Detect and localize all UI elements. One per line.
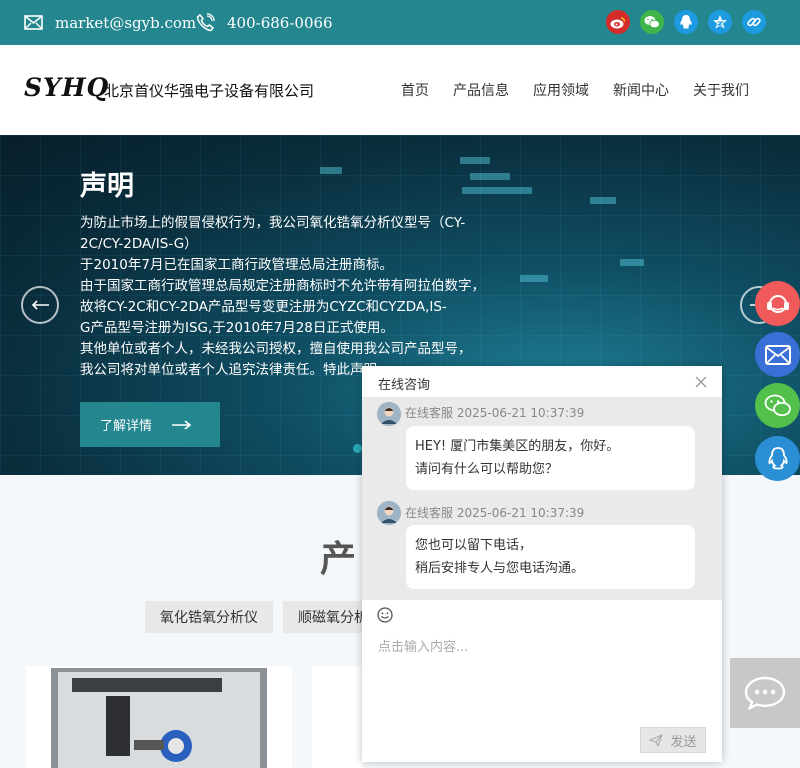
- banner-decoration: [470, 173, 510, 180]
- banner-line: 于2010年7月已在国家工商行政管理总局注册商标。: [80, 257, 393, 273]
- emoji-icon[interactable]: [377, 607, 393, 623]
- product-image: [51, 668, 267, 768]
- phone-icon: [196, 13, 215, 32]
- banner-line: 为防止市场上的假冒侵权行为，我公司氧化锆氧分析仪型号（CY-: [80, 215, 466, 231]
- email-contact[interactable]: market@sgyb.com: [24, 0, 196, 45]
- weibo-icon[interactable]: [606, 10, 630, 34]
- chat-launcher-button[interactable]: [730, 658, 800, 728]
- agent-avatar: [377, 501, 401, 525]
- product-card[interactable]: [26, 666, 292, 768]
- banner-line: 其他单位或者个人，未经我公司授权，擅自使用我公司产品型号，: [80, 341, 472, 357]
- nav-applications[interactable]: 应用领域: [533, 80, 589, 100]
- site-header: SYHQ 北京首仪华强电子设备有限公司 首页 产品信息 应用领域 新闻中心 关于…: [0, 45, 800, 135]
- top-bar: market@sgyb.com 400-686-0066: [0, 0, 800, 45]
- banner-decoration: [620, 259, 644, 266]
- chat-messages: 在线客服 2025-06-21 10:37:39 HEY! 厦门市集美区的朋友，…: [362, 398, 722, 600]
- chat-header: 在线咨询: [362, 366, 722, 398]
- phone-text: 400-686-0066: [227, 13, 333, 32]
- nav-products[interactable]: 产品信息: [453, 80, 509, 100]
- agent-avatar: [377, 402, 401, 426]
- banner-decoration: [520, 275, 548, 282]
- banner-line: 故将CY-2C和CY-2DA产品型号变更注册为CYZC和CYZDA,IS-: [80, 299, 447, 315]
- banner-title: 声明: [80, 171, 134, 202]
- message-line: 请问有什么可以帮助您？: [415, 462, 559, 477]
- banner-decoration: [462, 187, 532, 194]
- learn-more-label: 了解详情: [100, 419, 153, 434]
- learn-more-button[interactable]: 了解详情: [80, 402, 220, 447]
- chat-panel: 在线咨询 在线客服 2025-06-21 10:37:39 HEY! 厦门市集美…: [362, 366, 722, 762]
- chat-input[interactable]: 点击输入内容...: [378, 636, 468, 655]
- qq-float-icon[interactable]: [755, 436, 800, 481]
- message-line: 您也可以留下电话，: [415, 538, 533, 553]
- banner-line: 2C/CY-2DA/IS-G）: [80, 236, 198, 252]
- banner-decoration: [590, 197, 616, 204]
- message-bubble: HEY! 厦门市集美区的朋友，你好。 请问有什么可以帮助您？: [406, 426, 695, 490]
- arrow-left-icon: [31, 300, 49, 310]
- products-title: 产: [320, 539, 357, 580]
- product-card[interactable]: [312, 666, 362, 768]
- banner-decoration: [320, 167, 342, 174]
- nav-news[interactable]: 新闻中心: [613, 80, 669, 100]
- email-text: market@sgyb.com: [55, 13, 197, 32]
- message-time: 2025-06-21 10:37:39: [456, 406, 585, 420]
- mail-float-icon[interactable]: [755, 332, 800, 377]
- close-icon[interactable]: [695, 376, 707, 388]
- nav-about[interactable]: 关于我们: [693, 80, 749, 100]
- banner-prev-button[interactable]: [21, 286, 59, 324]
- wechat-icon[interactable]: [640, 10, 664, 34]
- qq-icon[interactable]: [674, 10, 698, 34]
- send-label: 发送: [670, 734, 697, 750]
- wechat-float-icon[interactable]: [755, 383, 800, 428]
- message-sender: 在线客服: [405, 506, 454, 520]
- tab-paramagnetic-analyzer[interactable]: 顺磁氧分析: [283, 601, 373, 633]
- nav-home[interactable]: 首页: [401, 80, 429, 100]
- banner-decoration: [460, 157, 490, 164]
- mail-icon: [24, 15, 43, 30]
- share-link-icon[interactable]: [742, 10, 766, 34]
- send-icon: [649, 733, 664, 747]
- message-line: HEY! 厦门市集美区的朋友，你好。: [415, 439, 620, 454]
- chat-title: 在线咨询: [378, 378, 431, 393]
- message-meta: 在线客服 2025-06-21 10:37:39: [405, 504, 584, 521]
- banner-line: 由于国家工商行政管理总局规定注册商标时不允许带有阿拉伯数字，: [80, 278, 485, 294]
- message-sender: 在线客服: [405, 406, 454, 420]
- banner-text: 为防止市场上的假冒侵权行为，我公司氧化锆氧分析仪型号（CY- 2C/CY-2DA…: [80, 213, 500, 381]
- tab-zirconia-analyzer[interactable]: 氧化锆氧分析仪: [145, 601, 273, 633]
- message-bubble: 您也可以留下电话， 稍后安排专人与您电话沟通。: [406, 525, 695, 589]
- chat-bubble-icon: [744, 676, 786, 710]
- phone-contact[interactable]: 400-686-0066: [196, 0, 333, 45]
- message-meta: 在线客服 2025-06-21 10:37:39: [405, 404, 584, 421]
- message-line: 稍后安排专人与您电话沟通。: [415, 561, 585, 576]
- banner-line: G产品型号注册为ISG,于2010年7月28日正式使用。: [80, 320, 394, 336]
- logo-mark[interactable]: SYHQ: [24, 73, 109, 102]
- arrow-right-icon: [172, 419, 192, 430]
- banner-dot[interactable]: [353, 444, 362, 453]
- message-time: 2025-06-21 10:37:39: [456, 506, 585, 520]
- send-button[interactable]: 发送: [640, 727, 706, 753]
- qzone-icon[interactable]: [708, 10, 732, 34]
- company-name: 北京首仪华强电子设备有限公司: [104, 82, 315, 100]
- customer-service-icon[interactable]: [755, 281, 800, 326]
